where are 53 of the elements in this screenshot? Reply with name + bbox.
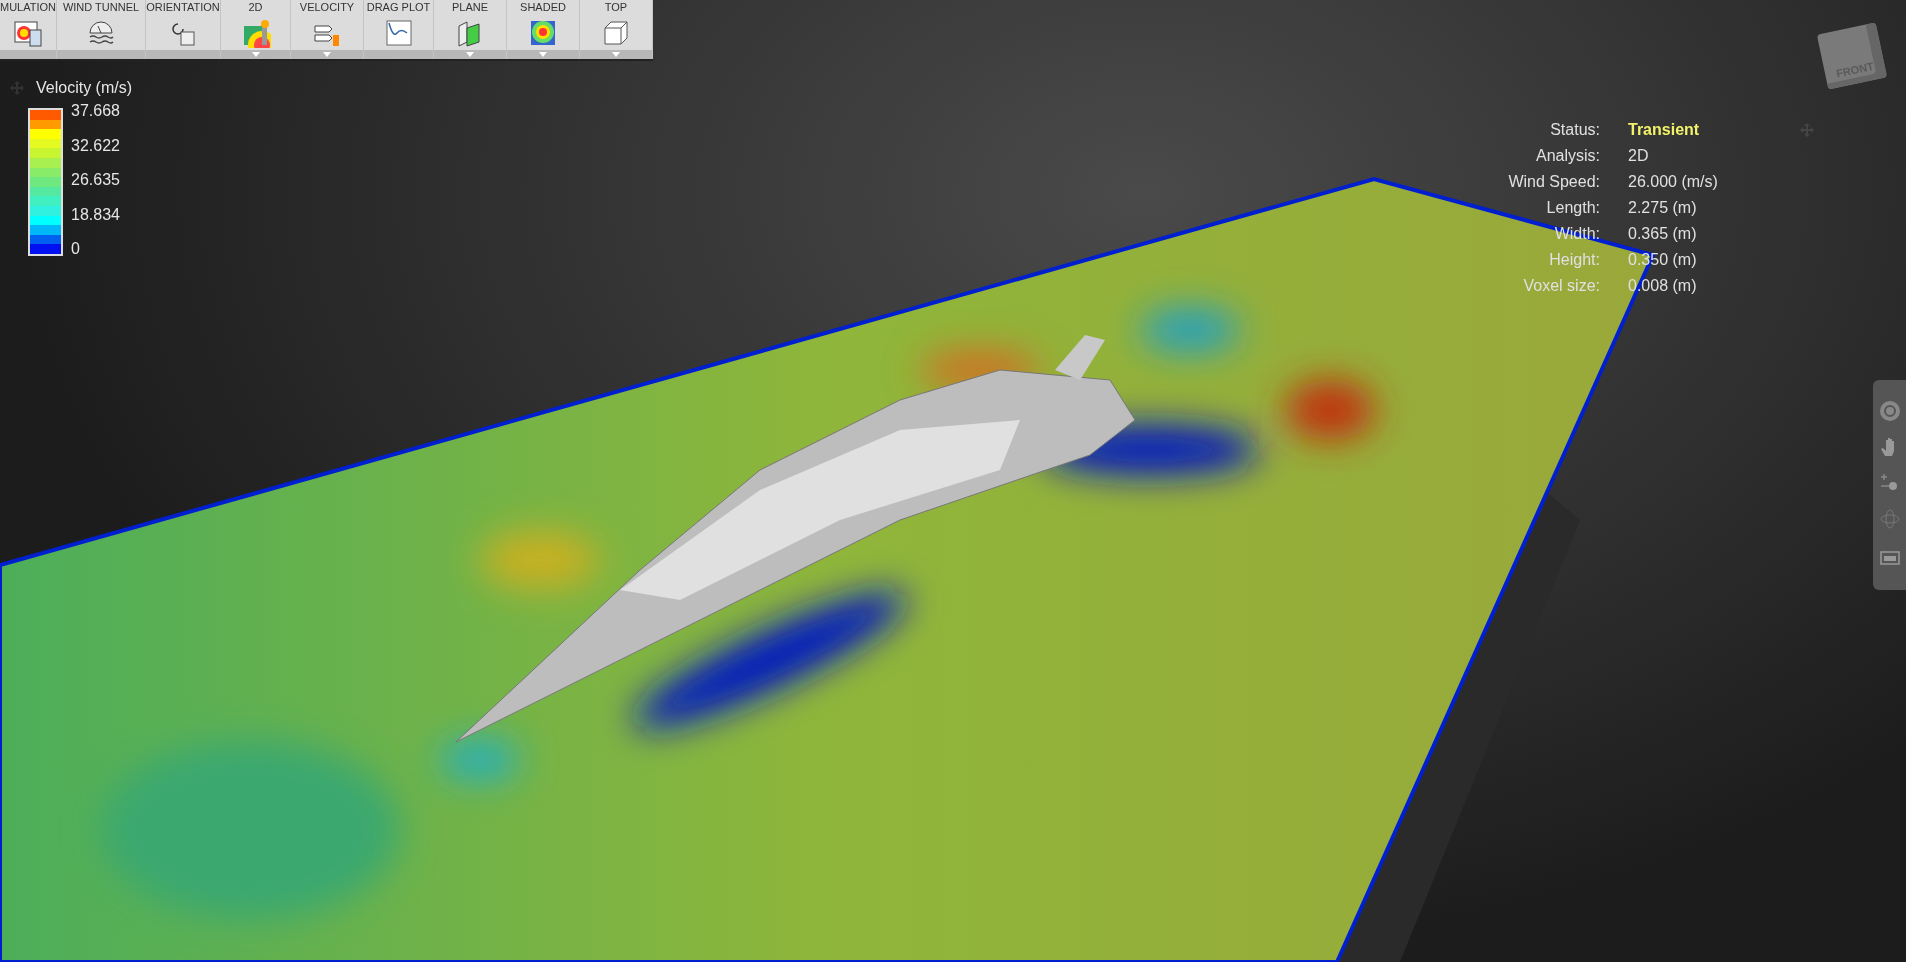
dropdown-strip[interactable]: [364, 50, 433, 59]
ribbon-button[interactable]: DRAG PLOT: [364, 0, 434, 59]
ribbon-button[interactable]: WIND TUNNEL: [57, 0, 146, 59]
ribbon-label: WIND TUNNEL: [62, 0, 140, 15]
dropdown-caret-icon[interactable]: [466, 52, 474, 57]
ribbon-button[interactable]: TOP: [580, 0, 653, 59]
orbit-icon[interactable]: [1878, 508, 1901, 530]
info-value: 2.275 (m): [1628, 198, 1698, 218]
info-label: Length:: [1545, 198, 1600, 218]
scale-value: 37.668: [71, 102, 120, 120]
info-value: Transient: [1628, 120, 1701, 140]
info-value: 0.365 (m): [1628, 224, 1698, 244]
dropdown-caret-icon[interactable]: [612, 52, 620, 57]
scale-value: 32.622: [71, 136, 120, 155]
legend-title: Velocity (m/s): [36, 78, 132, 98]
dropdown-strip[interactable]: [580, 50, 652, 59]
ribbon-button[interactable]: MULATION: [0, 0, 57, 59]
ribbon-button[interactable]: ORIENTATION: [146, 0, 221, 59]
ribbon-label: VELOCITY: [299, 0, 355, 15]
dropdown-strip[interactable]: [221, 50, 290, 59]
dropdown-strip[interactable]: [291, 50, 363, 59]
dropdown-strip[interactable]: [0, 50, 56, 59]
dropdown-strip[interactable]: [507, 50, 579, 59]
dropdown-caret-icon[interactable]: [539, 52, 547, 57]
info-value: 26.000 (m/s): [1628, 172, 1719, 192]
ribbon-label: 2D: [248, 0, 263, 15]
info-label: Wind Speed:: [1507, 172, 1600, 192]
info-label: Width:: [1553, 224, 1600, 244]
info-value: 2D: [1628, 146, 1650, 166]
dropdown-caret-icon[interactable]: [251, 52, 260, 57]
ribbon-label: PLANE: [451, 0, 489, 15]
info-label: Analysis:: [1534, 146, 1600, 166]
ribbon-label: DRAG PLOT: [366, 0, 431, 15]
ribbon-button[interactable]: VELOCITY: [291, 0, 364, 59]
steering-wheel-icon[interactable]: [1878, 400, 1901, 422]
info-label: Status:: [1549, 120, 1600, 140]
ribbon-label: TOP: [604, 0, 628, 15]
dropdown-strip[interactable]: [146, 50, 220, 59]
plot-icon: [383, 17, 414, 48]
scale-value: 26.635: [71, 171, 120, 189]
info-label: Height:: [1548, 250, 1600, 270]
info-label: Voxel size:: [1522, 276, 1600, 296]
ribbon-button[interactable]: SHADED: [507, 0, 580, 59]
ribbon-label: MULATION: [0, 0, 56, 15]
scale-value: 18.834: [71, 205, 120, 224]
scale-value: 0: [71, 240, 81, 258]
ribbon-button[interactable]: 2D: [221, 0, 291, 59]
ribbon-button[interactable]: PLANE: [434, 0, 507, 59]
dropdown-caret-icon[interactable]: [323, 52, 331, 57]
dropdown-strip[interactable]: [434, 50, 506, 59]
ribbon-label: ORIENTATION: [146, 0, 220, 15]
ribbon-label: SHADED: [520, 0, 566, 15]
dropdown-strip[interactable]: [57, 50, 145, 59]
